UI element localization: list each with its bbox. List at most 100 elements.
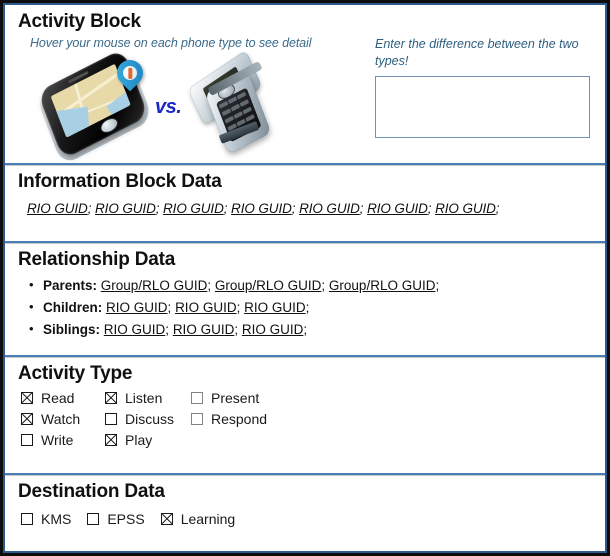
checkbox-learning-label: Learning — [180, 510, 236, 527]
checkbox-listen-box[interactable] — [105, 391, 117, 404]
guid-link[interactable]: RIO GUID — [27, 201, 88, 216]
guid-link[interactable]: RIO GUID — [367, 201, 428, 216]
checkbox-discuss-box[interactable] — [105, 412, 117, 425]
guid-link[interactable]: Group/RLO GUID — [329, 278, 436, 293]
guid-link[interactable]: RIO GUID — [244, 300, 306, 315]
section-activity-type: Activity Type Read Listen Present Watch … — [5, 355, 605, 473]
guid-link[interactable]: RIO GUID — [163, 201, 224, 216]
guid-separator: ; — [291, 200, 296, 216]
destination-checkbox-row: KMS EPSS Learning — [5, 505, 605, 527]
guid-separator: ; — [223, 200, 228, 216]
phone-comparison-panel: Hover your mouse on each phone type to s… — [5, 35, 375, 166]
guid-link[interactable]: RIO GUID — [175, 300, 237, 315]
guid-link[interactable]: Group/RLO GUID — [101, 278, 208, 293]
checkbox-epss-label: EPSS — [107, 510, 145, 527]
guid-link[interactable]: RIO GUID — [173, 322, 235, 337]
guid-link[interactable]: RIO GUID — [242, 322, 304, 337]
guid-separator: ; — [87, 200, 92, 216]
checkbox-watch-box[interactable] — [21, 412, 33, 425]
information-block-title: Information Block Data — [18, 171, 222, 192]
section-information-block-data: Information Block Data RIO GUID; RIO GUI… — [5, 163, 605, 241]
hover-instruction-text: Hover your mouse on each phone type to s… — [30, 35, 312, 50]
checkbox-play[interactable]: Play — [105, 433, 191, 447]
answer-instruction-text: Enter the difference between the two typ… — [375, 36, 579, 68]
checkbox-learning-box[interactable] — [160, 512, 173, 525]
checkbox-watch[interactable]: Watch — [21, 412, 105, 426]
card-inner: Activity Block Hover your mouse on each … — [3, 3, 607, 553]
answer-panel: Enter the difference between the two typ… — [375, 35, 595, 143]
checkbox-listen[interactable]: Listen — [105, 391, 191, 405]
page-title: Activity Block — [18, 11, 141, 32]
guid-separator: ; — [303, 321, 308, 337]
checkbox-play-label: Play — [125, 431, 153, 448]
relationship-row-label: Parents: — [43, 277, 98, 293]
checkbox-row: Write Play — [21, 433, 605, 447]
guid-separator: ; — [359, 200, 364, 216]
guid-link[interactable]: RIO GUID — [104, 322, 166, 337]
list-item: Children: RIO GUID; RIO GUID; RIO GUID; — [29, 296, 605, 319]
activity-type-checkbox-grid: Read Listen Present Watch Discuss Respon… — [5, 387, 605, 447]
activity-block-card: Activity Block Hover your mouse on each … — [0, 0, 610, 556]
guid-separator: ; — [234, 321, 239, 337]
checkbox-read[interactable]: Read — [21, 391, 105, 405]
checkbox-present-label: Present — [211, 389, 260, 406]
checkbox-discuss-label: Discuss — [125, 410, 175, 427]
checkbox-play-box[interactable] — [105, 433, 117, 446]
checkbox-read-box[interactable] — [21, 391, 33, 404]
guid-link[interactable]: RIO GUID — [95, 201, 156, 216]
checkbox-write-label: Write — [41, 431, 74, 448]
guid-separator: ; — [236, 299, 241, 315]
checkbox-kms-box[interactable] — [21, 512, 33, 525]
list-item: Siblings: RIO GUID; RIO GUID; RIO GUID; — [29, 318, 605, 341]
information-guid-list: RIO GUID; RIO GUID; RIO GUID; RIO GUID; … — [5, 195, 605, 216]
guid-separator: ; — [321, 277, 326, 293]
section-destination-data: Destination Data KMS EPSS Learning — [5, 473, 605, 551]
checkbox-watch-label: Watch — [41, 410, 81, 427]
checkbox-present[interactable]: Present — [191, 391, 291, 405]
relationship-list: Parents: Group/RLO GUID; Group/RLO GUID;… — [5, 274, 605, 341]
compass-needle-icon — [128, 67, 133, 79]
checkbox-kms[interactable]: KMS — [21, 511, 71, 527]
checkbox-kms-label: KMS — [41, 510, 72, 527]
section-activity-block: Activity Block Hover your mouse on each … — [5, 5, 605, 166]
guid-separator: ; — [155, 200, 160, 216]
checkbox-respond-label: Respond — [211, 410, 268, 427]
relationship-row-label: Children: — [43, 299, 103, 315]
flip-phone-icon[interactable] — [187, 49, 280, 155]
checkbox-respond-box[interactable] — [191, 412, 203, 425]
guid-link[interactable]: RIO GUID — [231, 201, 292, 216]
checkbox-epss-box[interactable] — [87, 512, 100, 525]
section-relationship-data: Relationship Data Parents: Group/RLO GUI… — [5, 241, 605, 355]
guid-separator: ; — [305, 299, 310, 315]
relationship-row-label: Siblings: — [43, 321, 100, 337]
checkbox-row: Watch Discuss Respond — [21, 412, 605, 426]
guid-link[interactable]: RIO GUID — [435, 201, 496, 216]
checkbox-listen-label: Listen — [125, 389, 163, 406]
checkbox-present-box[interactable] — [191, 391, 203, 404]
guid-link[interactable]: RIO GUID — [299, 201, 360, 216]
guid-separator: ; — [427, 200, 432, 216]
answer-input[interactable] — [375, 75, 590, 138]
guid-link[interactable]: RIO GUID — [106, 300, 168, 315]
vs-label: vs. — [155, 95, 182, 118]
checkbox-respond[interactable]: Respond — [191, 412, 291, 426]
checkbox-learning[interactable]: Learning — [160, 510, 236, 527]
checkbox-write-box[interactable] — [21, 433, 33, 446]
checkbox-read-label: Read — [41, 389, 75, 406]
guid-link[interactable]: Group/RLO GUID — [215, 278, 322, 293]
checkbox-epss[interactable]: EPSS — [87, 510, 145, 527]
relationship-data-title: Relationship Data — [18, 249, 176, 270]
checkbox-discuss[interactable]: Discuss — [105, 412, 191, 426]
destination-data-title: Destination Data — [18, 481, 165, 502]
list-item: Parents: Group/RLO GUID; Group/RLO GUID;… — [29, 274, 605, 297]
guid-separator: ; — [435, 277, 440, 293]
guid-separator: ; — [167, 299, 172, 315]
phone-illustrations: vs. — [5, 48, 375, 166]
checkbox-row: Read Listen Present — [21, 391, 605, 405]
guid-separator: ; — [495, 200, 500, 216]
activity-block-body: Hover your mouse on each phone type to s… — [5, 35, 605, 166]
activity-type-title: Activity Type — [18, 363, 133, 384]
guid-separator: ; — [207, 277, 212, 293]
guid-separator: ; — [165, 321, 170, 337]
checkbox-write[interactable]: Write — [21, 433, 105, 447]
